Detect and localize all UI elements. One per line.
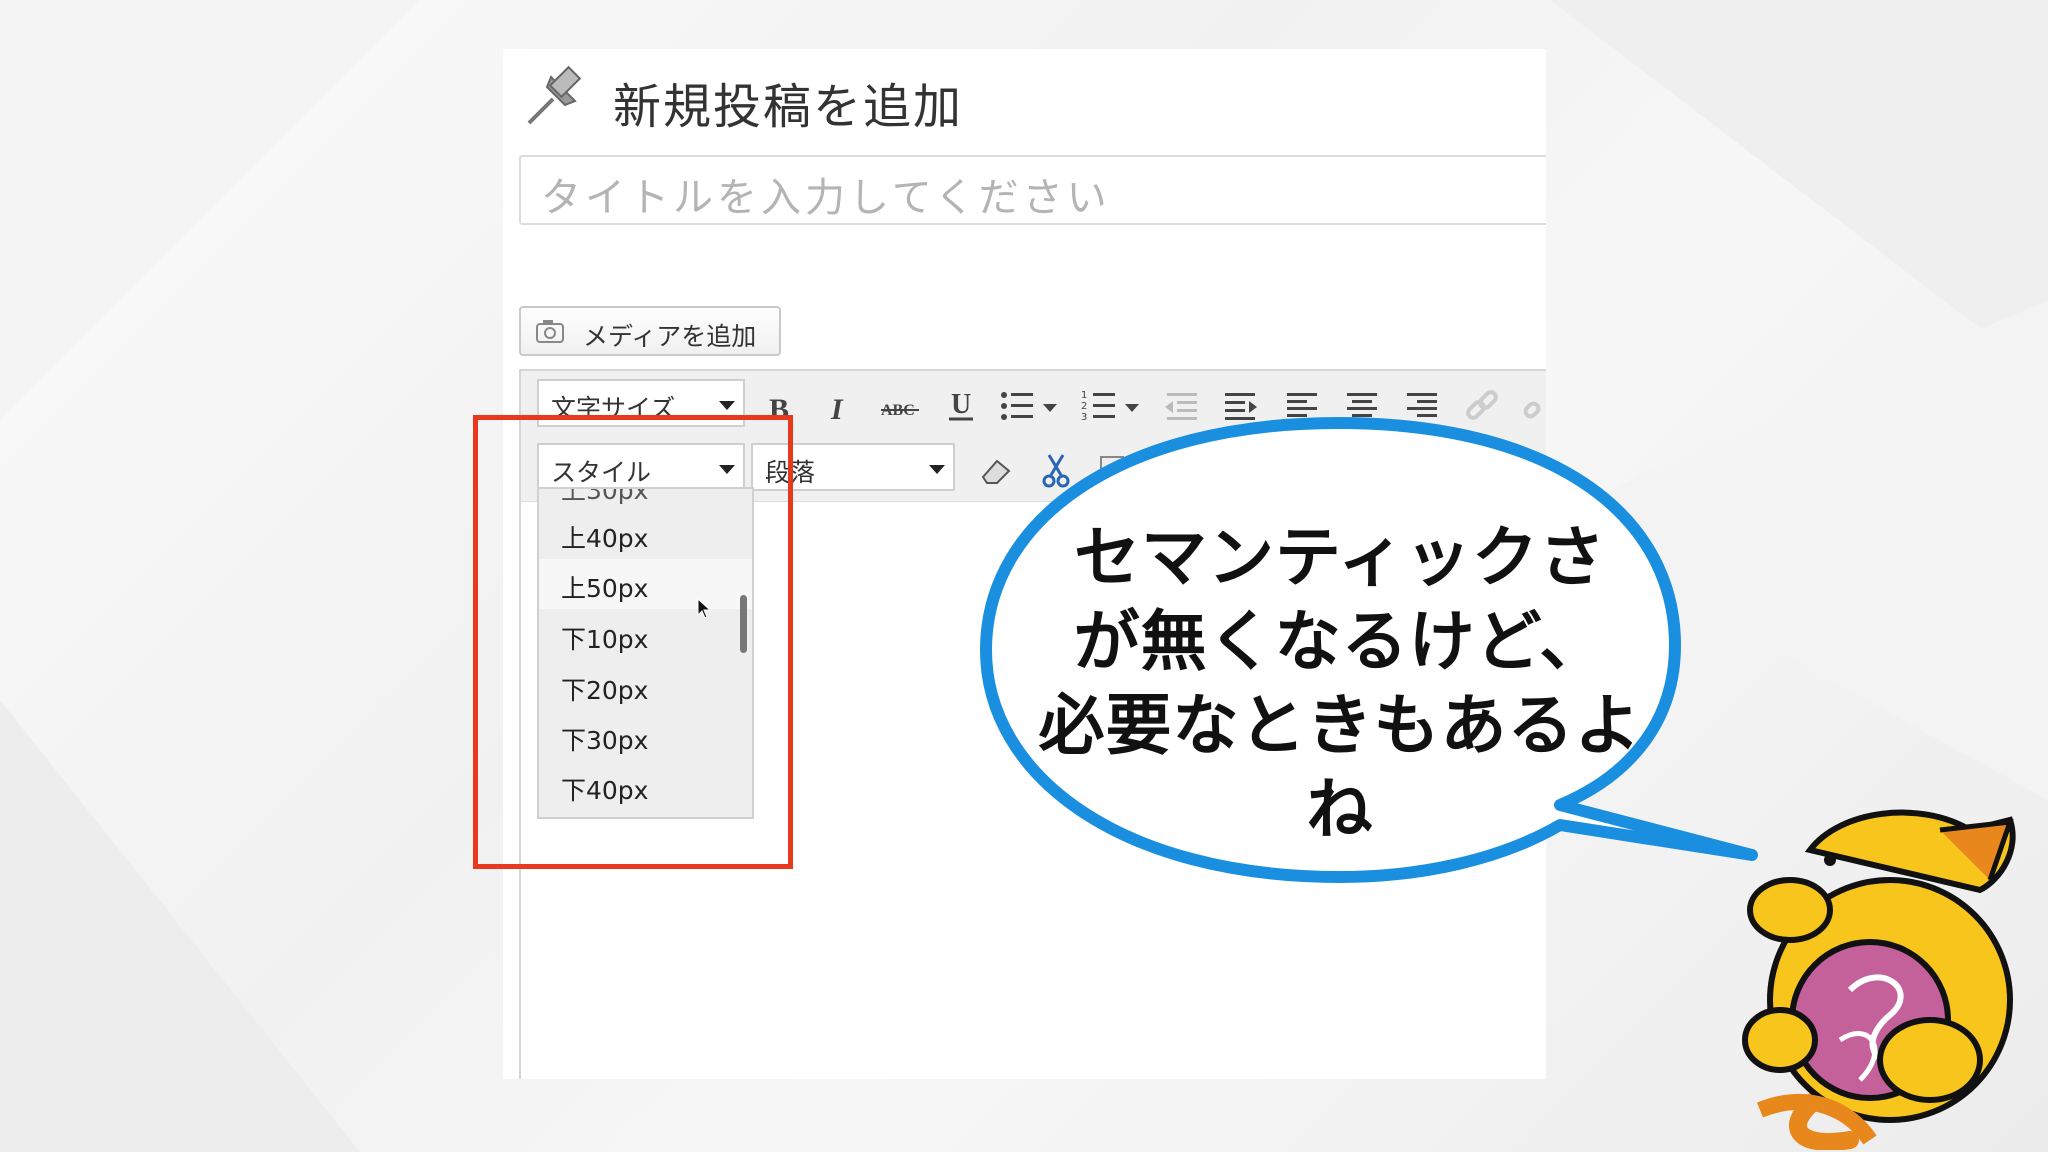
bubble-line-2: が無くなるけど、: [1073, 603, 1607, 680]
wapuu-mascot-icon: [1742, 809, 2016, 1150]
bubble-line-3: 必要なときもあるよね: [1038, 687, 1642, 848]
speech-bubble-text: セマンティックさ が無くなるけど、 必要なときもあるよね: [1010, 516, 1670, 852]
bubble-line-1: セマンティックさ: [1073, 519, 1607, 596]
